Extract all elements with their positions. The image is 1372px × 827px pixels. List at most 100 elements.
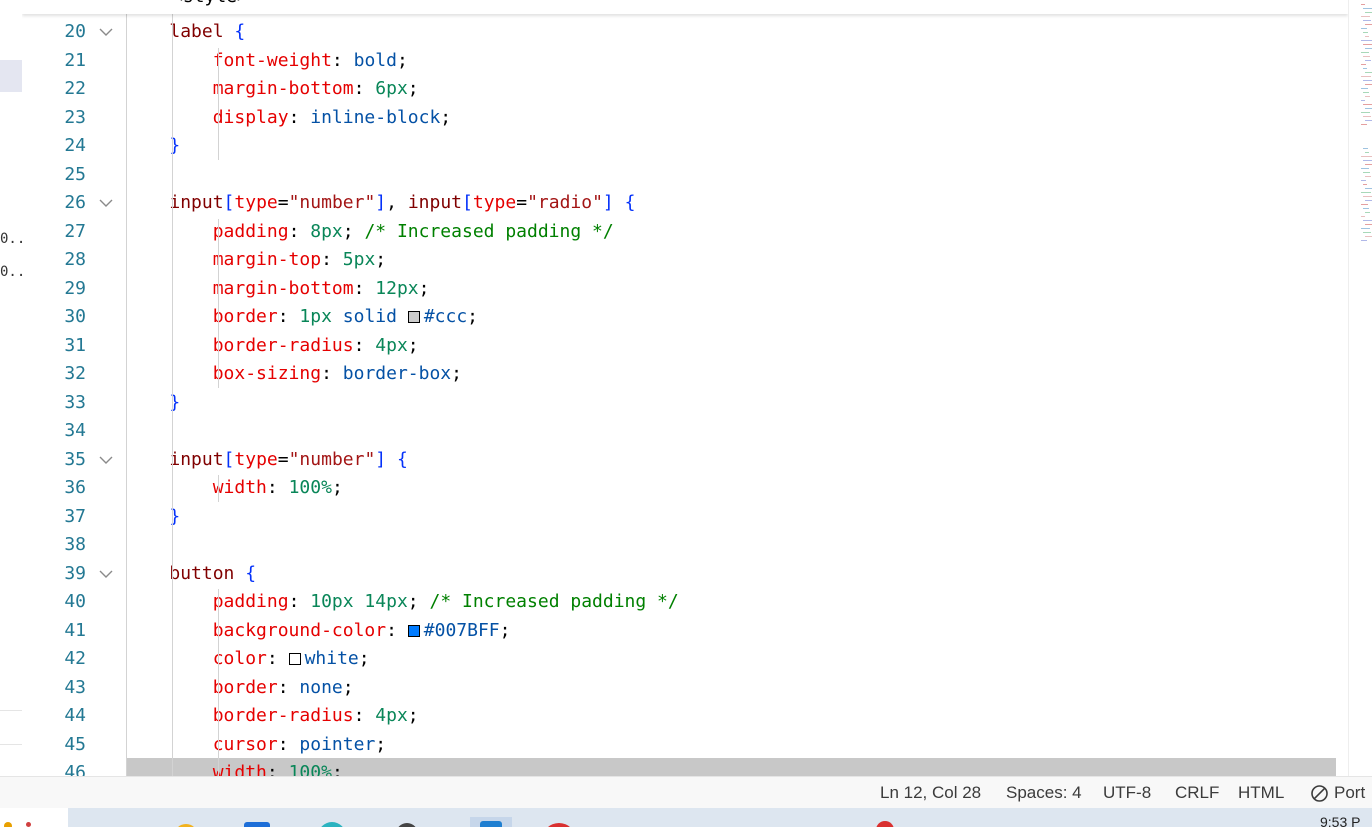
code-line[interactable]: 33 } — [22, 389, 1348, 418]
app-icon[interactable] — [4, 822, 12, 827]
code-token: "number" — [288, 448, 376, 470]
code-token: padding — [212, 220, 289, 242]
code-line[interactable]: 32 box-sizing: border-box; — [22, 360, 1348, 389]
code-line[interactable]: 35 input[type="number"] { — [22, 446, 1348, 475]
eol-setting[interactable]: CRLF — [1175, 783, 1219, 803]
minimap-line — [1363, 116, 1371, 117]
chrome-icon[interactable] — [542, 823, 576, 827]
code-line[interactable]: 31 border-radius: 4px; — [22, 332, 1348, 361]
encoding-setting[interactable]: UTF-8 — [1103, 783, 1151, 803]
fold-chevron-icon[interactable] — [96, 189, 116, 218]
fold-chevron-icon[interactable] — [96, 560, 116, 589]
code-line[interactable]: 42 color: white; — [22, 645, 1348, 674]
code-line[interactable]: 20 label { — [22, 18, 1348, 47]
code-line[interactable]: 29 margin-bottom: 12px; — [22, 275, 1348, 304]
code-token: : — [353, 277, 376, 299]
minimap-line — [1363, 32, 1368, 33]
code-line[interactable]: 24 } — [22, 132, 1348, 161]
code-token: { — [245, 562, 257, 584]
code-line[interactable]: 25 — [22, 161, 1348, 190]
fold-chevron-icon[interactable] — [96, 446, 116, 475]
code-line[interactable]: 39 button { — [22, 560, 1348, 589]
line-number: 31 — [64, 334, 86, 356]
code-token: : — [331, 49, 354, 71]
port-label: Port — [1334, 783, 1366, 802]
store-icon[interactable] — [244, 822, 270, 827]
explorer-panel-edge: 0... 0... — [0, 0, 23, 776]
code-line[interactable]: 45 cursor: pointer; — [22, 731, 1348, 760]
vscode-icon[interactable] — [480, 821, 502, 827]
color-swatch[interactable] — [288, 653, 301, 665]
line-number: 38 — [64, 534, 86, 555]
sticky-scroll-header[interactable]: 8 <style> — [22, 0, 1348, 14]
minimap-line — [1361, 64, 1366, 65]
code-token: border-radius — [212, 334, 354, 356]
code-token: 4px — [375, 334, 408, 356]
code-line[interactable]: 36 width: 100%; — [22, 474, 1348, 503]
minimap-line — [1363, 172, 1370, 173]
notification-icon[interactable] — [876, 821, 894, 827]
app-icon[interactable] — [396, 823, 418, 827]
panel-divider — [0, 744, 22, 745]
minimap[interactable] — [1348, 0, 1372, 776]
code-token: /* Increased padding */ — [364, 220, 614, 242]
minimap-line — [1363, 104, 1372, 105]
cursor-position[interactable]: Ln 12, Col 28 — [880, 783, 981, 803]
color-swatch[interactable] — [407, 624, 420, 637]
code-token: ] — [375, 448, 387, 470]
code-text: button { — [126, 560, 256, 589]
code-line[interactable]: 30 border: 1px solid #ccc; — [22, 303, 1348, 332]
line-number: 41 — [64, 619, 86, 641]
code-line[interactable]: 34 — [22, 417, 1348, 446]
code-line[interactable]: 38 — [22, 531, 1348, 560]
fold-chevron-icon[interactable] — [96, 18, 116, 47]
code-token: bold — [353, 49, 397, 71]
minimap-line — [1361, 156, 1372, 157]
line-number: 33 — [64, 391, 86, 413]
code-text: border-radius: 4px; — [126, 702, 419, 731]
code-token: : — [386, 619, 408, 641]
windows-taskbar: 9:53 P — [0, 808, 1372, 827]
minimap-line — [1365, 12, 1372, 13]
code-token: #007BFF — [423, 619, 500, 641]
language-mode[interactable]: HTML — [1238, 783, 1284, 803]
code-token: width — [212, 762, 267, 776]
explorer-selected-item[interactable] — [0, 60, 22, 92]
line-number: 20 — [64, 21, 86, 42]
minimap-line — [1361, 124, 1367, 125]
code-editor[interactable]: 8 <style> 20 label {21 font-weight: bold… — [22, 0, 1348, 776]
line-number: 29 — [64, 277, 86, 299]
code-line[interactable]: 40 padding: 10px 14px; /* Increased padd… — [22, 588, 1348, 617]
code-line[interactable]: 43 border: none; — [22, 674, 1348, 703]
code-token: : — [288, 220, 311, 242]
edge-browser-icon[interactable] — [318, 822, 346, 827]
indent-guide — [218, 475, 219, 502]
code-token: : — [353, 334, 376, 356]
code-line[interactable]: 26 input[type="number"], input[type="rad… — [22, 189, 1348, 218]
code-token: : — [288, 106, 311, 128]
app-icon[interactable] — [26, 822, 31, 827]
port-status[interactable]: Port — [1310, 783, 1365, 803]
code-line[interactable]: 21 font-weight: bold; — [22, 47, 1348, 76]
code-line[interactable]: 28 margin-top: 5px; — [22, 246, 1348, 275]
code-line[interactable]: 22 margin-bottom: 6px; — [22, 75, 1348, 104]
minimap-line — [1361, 192, 1371, 193]
code-line[interactable]: 27 padding: 8px; /* Increased padding */ — [22, 218, 1348, 247]
line-number: 24 — [64, 135, 86, 156]
explorer-item-truncated[interactable]: 0... — [0, 231, 22, 247]
code-line[interactable]: 23 display: inline-block; — [22, 104, 1348, 133]
code-line[interactable]: 41 background-color: #007BFF; — [22, 617, 1348, 646]
color-swatch[interactable] — [407, 311, 420, 323]
code-line[interactable]: 46 width: 100%; — [22, 759, 1348, 776]
minimap-line — [1361, 228, 1370, 229]
indentation-setting[interactable]: Spaces: 4 — [1006, 783, 1082, 803]
taskbar-clock[interactable]: 9:53 P — [1320, 814, 1360, 827]
code-token: none — [299, 676, 343, 698]
code-text: padding: 8px; /* Increased padding */ — [126, 218, 614, 247]
code-line[interactable]: 44 border-radius: 4px; — [22, 702, 1348, 731]
code-token: margin-bottom — [212, 78, 354, 99]
line-number: 30 — [64, 306, 86, 327]
status-bar: Ln 12, Col 28 Spaces: 4 UTF-8 CRLF HTML … — [0, 776, 1372, 808]
code-line[interactable]: 37 } — [22, 503, 1348, 532]
explorer-item-truncated[interactable]: 0... — [0, 264, 22, 280]
